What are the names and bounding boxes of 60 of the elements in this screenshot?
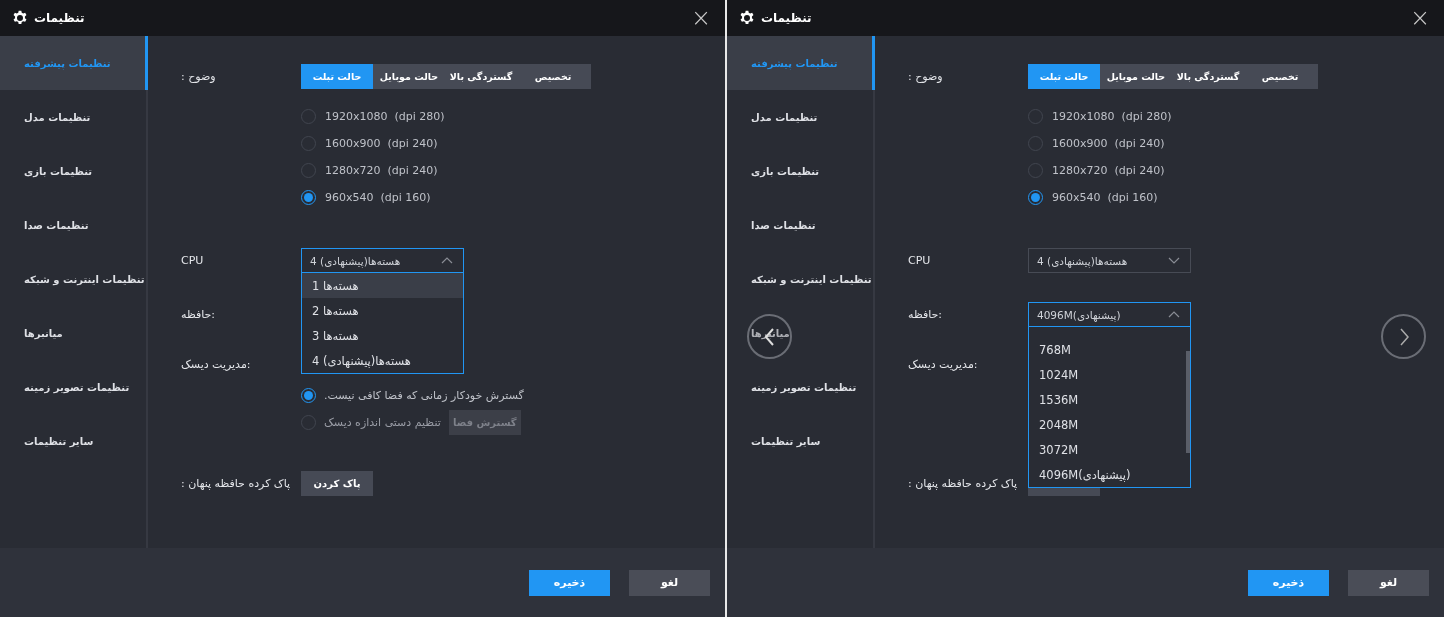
dropdown-field[interactable]: 4096M(پیشنهادی) [1028,302,1191,327]
sidebar-item[interactable]: تنظیمات صدا [727,198,875,252]
dropdown-option[interactable]: 4096M(پیشنهادی) [1029,462,1190,487]
sidebar-item[interactable]: تنظیمات تصویر زمینه [727,360,875,414]
field-label: : وضوح [181,70,216,83]
field-label: حافظه: [181,308,216,321]
chevron-up-icon [441,257,453,264]
radio-label: 1280x720 (dpi 240) [325,164,438,177]
sidebar-item[interactable]: تنظیمات اینترنت و شبکه [727,252,875,306]
field-label: مدیریت دیسک: [181,358,251,371]
radio-label: 960x540 (dpi 160) [325,191,431,204]
sidebar-item[interactable]: سایر تنظیمات [727,414,875,468]
field-label: مدیریت دیسک: [908,358,978,371]
dropdown-field[interactable]: 4 هسته‌ها(پیشنهادی) [1028,248,1191,273]
sidebar-item[interactable]: میانبرها [0,306,148,360]
chevron-up-icon [1168,311,1180,318]
field-label: CPU [181,254,204,267]
window-title: تنظیمات [761,11,813,25]
field-label: CPU [908,254,931,267]
dropdown-option[interactable]: 1024M [1029,362,1190,387]
dropdown-option[interactable]: 3072M [1029,437,1190,462]
sidebar-item[interactable]: تنظیمات مدل [727,90,875,144]
cancel-button[interactable]: لغو [1348,569,1429,596]
dropdown-option[interactable]: 1 هسته‌ها [302,273,463,298]
radio-label: 1920x1080 (dpi 280) [1052,110,1172,123]
dropdown-option[interactable]: 2048M [1029,412,1190,437]
radio-label: 1920x1080 (dpi 280) [325,110,445,123]
settings-icon [739,10,755,26]
dropdown-option[interactable]: 768M [1029,337,1190,362]
dropdown-option[interactable]: 4 هسته‌ها(پیشنهادی) [302,348,463,373]
cancel-button[interactable]: لغو [629,569,710,596]
dropdown-option[interactable]: 3 هسته‌ها [302,323,463,348]
field-label: : پاک کرده حافظه پنهان [908,477,1018,490]
radio-label: 1600x900 (dpi 240) [325,137,438,150]
sidebar-item[interactable]: تنظیمات اینترنت و شبکه [0,252,148,306]
clear-button[interactable]: پاک کردن [301,471,373,496]
radio-label: 1600x900 (dpi 240) [1052,137,1165,150]
dropdown-field[interactable]: 4 هسته‌ها(پیشنهادی) [301,248,464,273]
radio-label: .گسترش خودکار زمانی که فضا کافی نیست [324,389,524,402]
sidebar-item[interactable]: تنظیمات بازی [727,144,875,198]
sidebar-item[interactable]: سایر تنظیمات [0,414,148,468]
radio-label: 1280x720 (dpi 240) [1052,164,1165,177]
field-label: : وضوح [908,70,943,83]
window-title: تنظیمات [34,11,86,25]
radio-label: تنظیم دستی اندازه دیسک [324,416,441,429]
field-label: : پاک کرده حافظه پنهان [181,477,291,490]
sidebar-item[interactable]: تنظیمات بازی [0,144,148,198]
scrollbar-thumb[interactable] [1186,351,1190,453]
chevron-down-icon [1168,257,1180,264]
close-button[interactable]: × [688,8,713,28]
sidebar-item[interactable]: تنظیمات مدل [0,90,148,144]
close-button[interactable]: × [1407,8,1432,28]
next-button[interactable] [1381,314,1426,359]
sidebar-item[interactable]: تنظیمات صدا [0,198,148,252]
settings-icon [12,10,28,26]
radio-label: 960x540 (dpi 160) [1052,191,1158,204]
field-label: حافظه: [908,308,943,321]
dropdown-option[interactable]: 1536M [1029,387,1190,412]
dropdown-option[interactable]: 2 هسته‌ها [302,298,463,323]
sidebar-item[interactable]: تنظیمات تصویر زمینه [0,360,148,414]
